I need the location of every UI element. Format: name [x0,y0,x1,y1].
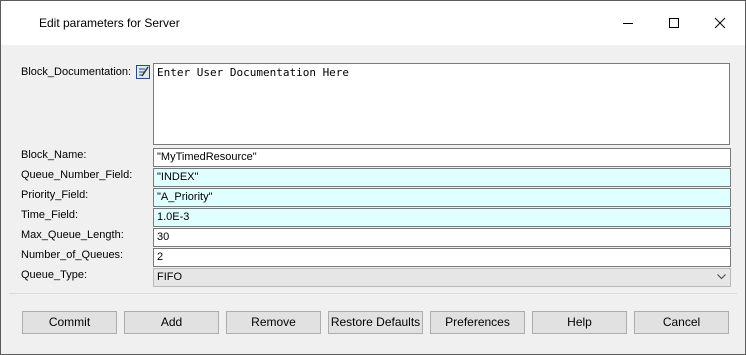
priority-field-label: Priority_Field: [21,189,89,201]
block-name-label: Block_Name: [21,149,87,161]
maximize-icon [669,18,679,28]
cancel-button[interactable]: Cancel [634,311,729,334]
close-icon [714,17,726,29]
max-queue-length-label: Max_Queue_Length: [21,229,124,241]
time-field-input[interactable]: 1.0E-3 [153,208,731,227]
queue-type-value: FIFO [157,271,183,283]
maximize-button[interactable] [651,1,697,45]
add-button[interactable]: Add [124,311,219,334]
minimize-icon [623,23,633,24]
restore-defaults-button[interactable]: Restore Defaults [328,311,423,334]
number-of-queues-label: Number_of_Queues: [21,249,124,261]
dialog-window: Edit parameters for Server Block_Documen… [0,0,746,355]
queue-type-select[interactable]: FIFO [153,268,731,287]
priority-field-input[interactable]: "A_Priority" [153,188,731,207]
preferences-button[interactable]: Preferences [430,311,525,334]
title-bar[interactable]: Edit parameters for Server [1,1,745,45]
time-field-label: Time_Field: [21,209,79,221]
max-queue-length-input[interactable]: 30 [153,228,731,247]
commit-button[interactable]: Commit [22,311,117,334]
window-title: Edit parameters for Server [39,16,180,30]
queue-number-field-label: Queue_Number_Field: [21,169,133,181]
block-name-input[interactable]: "MyTimedResource" [153,148,731,167]
chevron-down-icon [717,274,726,280]
number-of-queues-input[interactable]: 2 [153,248,731,267]
footer-divider [9,293,737,294]
edit-document-icon[interactable] [136,65,150,79]
block-documentation-textarea[interactable]: Enter User Documentation Here [153,63,730,145]
queue-type-label: Queue_Type: [21,269,88,281]
remove-button[interactable]: Remove [226,311,321,334]
close-button[interactable] [697,1,743,45]
queue-number-field-input[interactable]: "INDEX" [153,168,731,187]
minimize-button[interactable] [605,1,651,45]
help-button[interactable]: Help [532,311,627,334]
block-documentation-label: Block_Documentation: [21,66,132,78]
